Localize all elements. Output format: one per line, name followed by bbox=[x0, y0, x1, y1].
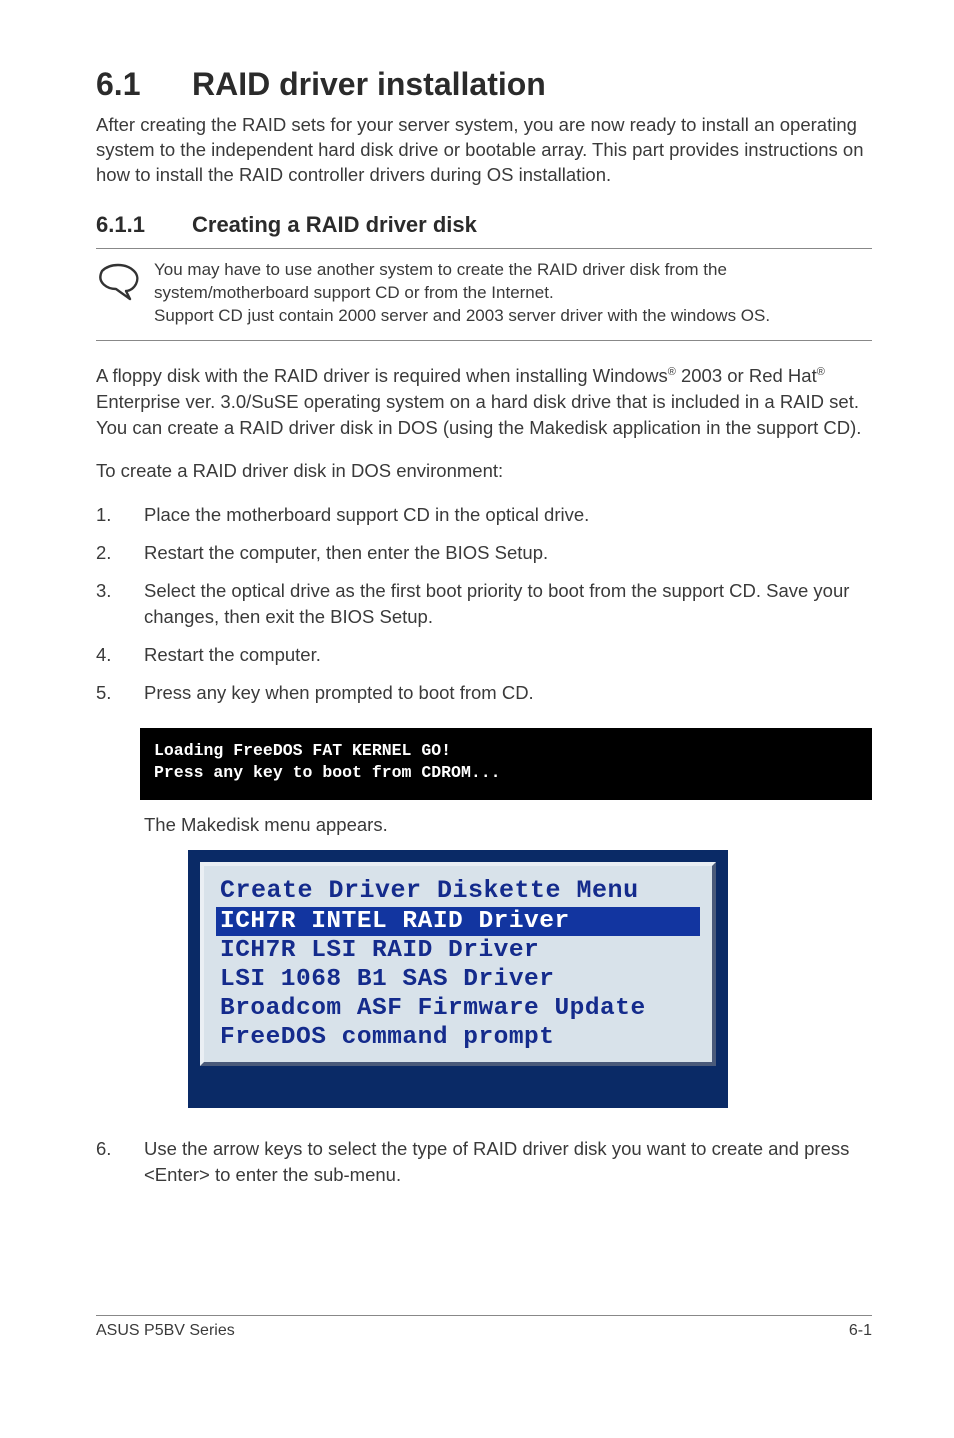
menu-item[interactable]: FreeDOS command prompt bbox=[216, 1023, 700, 1052]
step-item: Press any key when prompted to boot from… bbox=[96, 674, 872, 712]
menu-title: Create Driver Diskette Menu bbox=[216, 874, 700, 907]
subsection-heading: 6.1.1Creating a RAID driver disk bbox=[96, 212, 872, 238]
makedisk-caption: The Makedisk menu appears. bbox=[144, 814, 872, 836]
step-item: Place the motherboard support CD in the … bbox=[96, 496, 872, 534]
step-item: Select the optical drive as the first bo… bbox=[96, 572, 872, 636]
menu-item[interactable]: Broadcom ASF Firmware Update bbox=[216, 994, 700, 1023]
subsection-title-text: Creating a RAID driver disk bbox=[192, 212, 477, 237]
step-number: 6. bbox=[96, 1136, 111, 1162]
note-line2: Support CD just contain 2000 server and … bbox=[154, 306, 770, 325]
subsection-number: 6.1.1 bbox=[96, 212, 192, 238]
menu-item[interactable]: LSI 1068 B1 SAS Driver bbox=[216, 965, 700, 994]
section-number: 6.1 bbox=[96, 66, 192, 103]
step-text: Use the arrow keys to select the type of… bbox=[144, 1138, 849, 1185]
section-title-text: RAID driver installation bbox=[192, 66, 546, 102]
terminal-output: Loading FreeDOS FAT KERNEL GO! Press any… bbox=[140, 728, 872, 801]
steps-list: Place the motherboard support CD in the … bbox=[96, 496, 872, 711]
footer-page-number: 6-1 bbox=[849, 1322, 872, 1340]
note-box: You may have to use another system to cr… bbox=[96, 248, 872, 341]
note-line1: You may have to use another system to cr… bbox=[154, 260, 727, 302]
step-item-6: 6. Use the arrow keys to select the type… bbox=[96, 1130, 872, 1194]
section-heading: 6.1RAID driver installation bbox=[96, 66, 872, 103]
note-text: You may have to use another system to cr… bbox=[154, 259, 872, 328]
step-item: Restart the computer. bbox=[96, 636, 872, 674]
page-footer: ASUS P5BV Series 6-1 bbox=[96, 1315, 872, 1340]
note-icon bbox=[96, 259, 154, 306]
footer-left: ASUS P5BV Series bbox=[96, 1322, 235, 1340]
floppy-paragraph: A floppy disk with the RAID driver is re… bbox=[96, 363, 872, 441]
menu-item-selected[interactable]: ICH7R INTEL RAID Driver bbox=[216, 907, 700, 936]
step-item: Restart the computer, then enter the BIO… bbox=[96, 534, 872, 572]
makedisk-menu-screenshot: Create Driver Diskette Menu ICH7R INTEL … bbox=[188, 850, 728, 1108]
menu-item[interactable]: ICH7R LSI RAID Driver bbox=[216, 936, 700, 965]
steps-list-continued: 6. Use the arrow keys to select the type… bbox=[96, 1130, 872, 1194]
intro-paragraph: After creating the RAID sets for your se… bbox=[96, 113, 872, 188]
steps-leadin: To create a RAID driver disk in DOS envi… bbox=[96, 460, 872, 482]
